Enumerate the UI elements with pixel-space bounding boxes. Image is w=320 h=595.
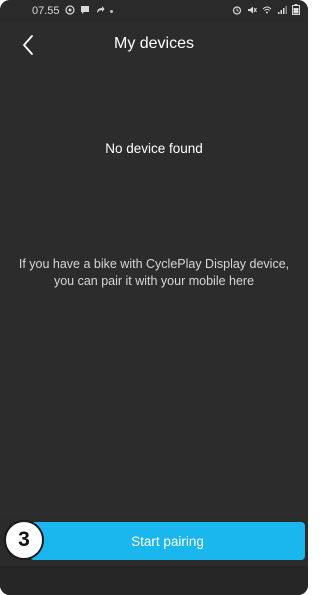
status-time: 07.55 (32, 5, 60, 17)
chevron-left-icon (23, 35, 33, 55)
start-pairing-button[interactable]: Start pairing (30, 522, 305, 560)
chat-icon (80, 5, 90, 18)
status-right (232, 4, 300, 18)
status-left: 07.55 (32, 4, 113, 18)
back-button[interactable] (16, 33, 40, 57)
signal-icon (277, 5, 287, 18)
empty-state-hint: If you have a bike with CyclePlay Displa… (18, 257, 290, 288)
mute-icon (247, 5, 257, 18)
app-bar: My devices (0, 22, 308, 66)
battery-icon (292, 4, 300, 18)
empty-state-title: No device found (105, 141, 203, 156)
status-bar: 07.55 (0, 0, 308, 22)
wifi-icon (262, 5, 272, 18)
start-pairing-label: Start pairing (131, 533, 204, 549)
system-nav-bar (0, 566, 308, 595)
alarm-icon (232, 5, 242, 18)
step-number-badge: 3 (4, 520, 44, 560)
circle-notification-icon (64, 4, 75, 18)
dot-icon (109, 9, 113, 13)
page-title: My devices (113, 35, 195, 52)
share-icon (95, 5, 105, 18)
phone-screen: 07.55 My devices No device found If you … (0, 0, 308, 595)
